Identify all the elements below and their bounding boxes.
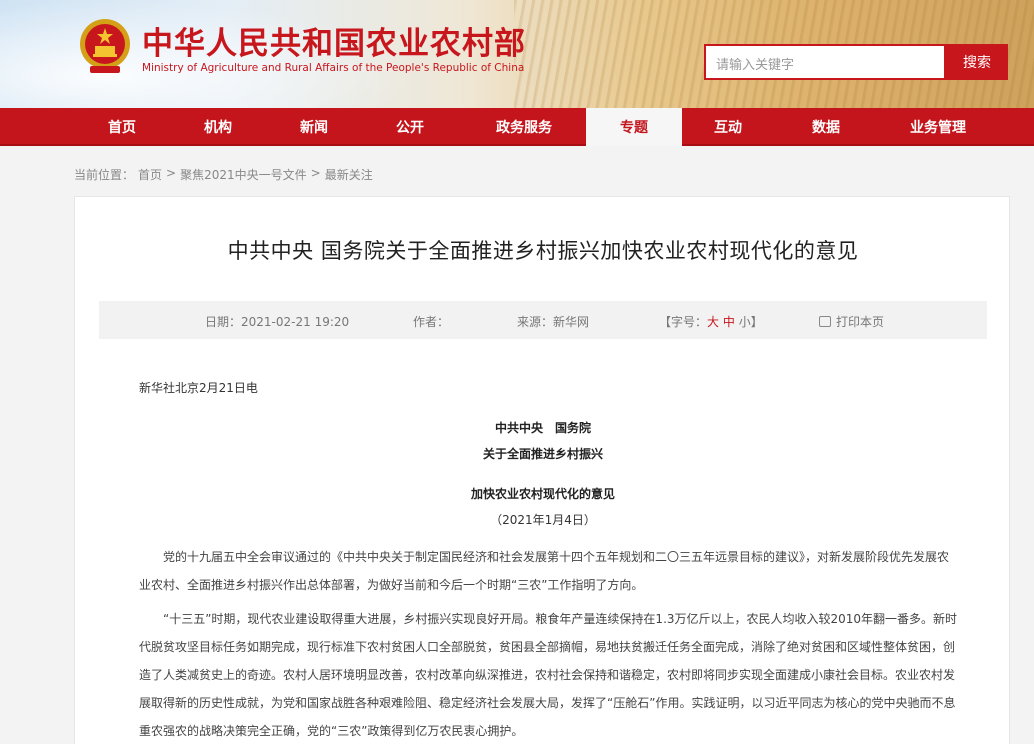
site-subtitle: Ministry of Agriculture and Rural Affair… xyxy=(142,62,525,74)
breadcrumb-item-topic[interactable]: 聚焦2021中央一号文件 xyxy=(180,166,307,183)
breadcrumb: 当前位置： 首页 > 聚焦2021中央一号文件 > 最新关注 xyxy=(74,166,373,183)
breadcrumb-separator: > xyxy=(310,166,321,180)
font-size-large-button[interactable]: 大 xyxy=(707,315,719,329)
breadcrumb-item-latest[interactable]: 最新关注 xyxy=(325,166,373,183)
print-button[interactable]: 打印本页 xyxy=(819,313,884,330)
nav-item-news[interactable]: 新闻 xyxy=(284,108,344,146)
article-heading-line2: 关于全面推进乡村振兴 xyxy=(482,447,603,461)
nav-item-organization[interactable]: 机构 xyxy=(188,108,248,146)
print-icon xyxy=(819,316,831,327)
font-size-label-close: 】 xyxy=(750,315,763,329)
national-emblem-icon xyxy=(80,19,130,73)
nav-item-public[interactable]: 公开 xyxy=(380,108,440,146)
article-card: 中共中央 国务院关于全面推进乡村振兴加快农业农村现代化的意见 日期：2021-0… xyxy=(74,196,1010,744)
site-header: 中华人民共和国农业农村部 Ministry of Agriculture and… xyxy=(0,0,1034,108)
meta-font-size: 【字号：大 中 小】 xyxy=(659,313,763,330)
article-title: 中共中央 国务院关于全面推进乡村振兴加快农业农村现代化的意见 xyxy=(227,239,859,263)
print-label: 打印本页 xyxy=(836,315,885,329)
nav-item-data[interactable]: 数据 xyxy=(796,108,856,146)
nav-item-services[interactable]: 政务服务 xyxy=(476,108,572,146)
article-paragraph-2: “十三五”时期，现代农业建设取得重大进展，乡村振兴实现良好开局。粮食年产量连续保… xyxy=(139,612,958,738)
breadcrumb-separator: > xyxy=(166,166,177,180)
meta-date-label: 日期： xyxy=(205,315,242,329)
font-size-medium-button[interactable]: 中 xyxy=(723,315,735,329)
nav-item-interaction[interactable]: 互动 xyxy=(698,108,758,146)
search-button[interactable]: 搜索 xyxy=(946,44,1008,80)
article-heading-line1: 中共中央 国务院 xyxy=(494,421,591,435)
article-meta-bar: 日期：2021-02-21 19:20 作者： 来源：新华网 【字号：大 中 小… xyxy=(99,301,987,339)
article-heading-line3: 加快农业农村现代化的意见 xyxy=(470,487,615,501)
meta-source-label: 来源： xyxy=(517,315,554,329)
site-title: 中华人民共和国农业农村部 xyxy=(142,26,526,62)
search-input[interactable]: 请输入关键字 xyxy=(704,44,946,80)
meta-source-value: 新华网 xyxy=(553,315,590,329)
nav-item-topics[interactable]: 专题 xyxy=(586,108,682,146)
meta-author-label: 作者： xyxy=(413,315,450,329)
article-dateline: 新华社北京2月21日电 xyxy=(139,381,258,395)
article-paragraph-1: 党的十九届五中全会审议通过的《中共中央关于制定国民经济和社会发展第十四个五年规划… xyxy=(139,550,950,592)
breadcrumb-prefix: 当前位置： xyxy=(74,168,135,182)
meta-date: 日期：2021-02-21 19:20 xyxy=(205,313,349,330)
nav-item-home[interactable]: 首页 xyxy=(92,108,152,146)
font-size-label: 【字号： xyxy=(659,315,708,329)
nav-item-business[interactable]: 业务管理 xyxy=(890,108,986,146)
meta-source: 来源：新华网 xyxy=(517,313,589,330)
breadcrumb-item-home[interactable]: 首页 xyxy=(138,166,162,183)
meta-date-value: 2021-02-21 19:20 xyxy=(241,315,350,329)
font-size-small-button[interactable]: 小 xyxy=(739,315,751,329)
article-heading-date: （2021年1月4日） xyxy=(490,513,596,527)
